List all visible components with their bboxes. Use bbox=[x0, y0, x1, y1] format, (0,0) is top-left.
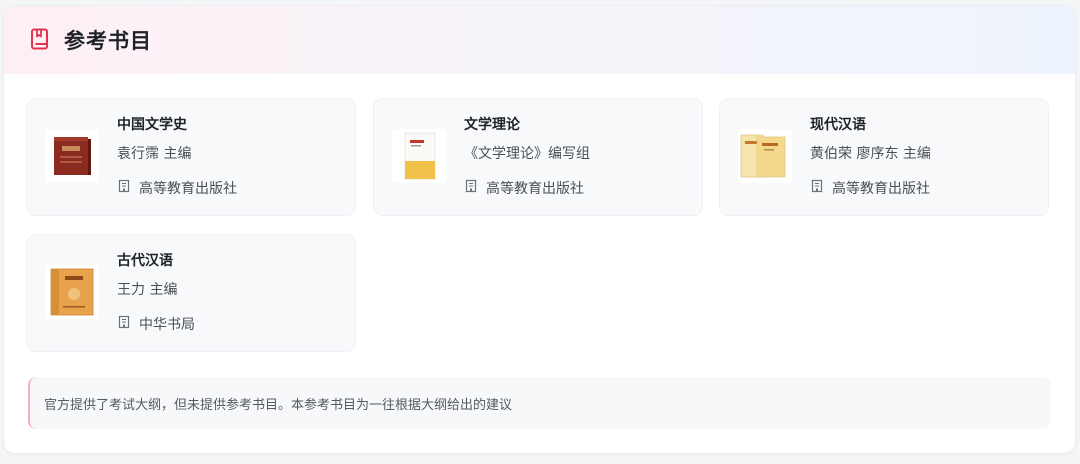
building-icon bbox=[465, 179, 477, 193]
building-icon bbox=[118, 179, 130, 193]
book-publisher: 高等教育出版社 bbox=[832, 181, 930, 197]
book-icon bbox=[31, 28, 48, 50]
book-title: 现代汉语 bbox=[810, 117, 866, 133]
building-icon bbox=[118, 315, 130, 329]
book-cover bbox=[738, 129, 792, 183]
book-cover-image bbox=[404, 132, 436, 180]
book-cover bbox=[45, 265, 99, 319]
notice-text: 官方提供了考试大纲，但未提供参考书目。本参考书目为一往根据大纲给出的建议 bbox=[44, 398, 513, 413]
book-card[interactable]: 文学理论 《文学理论》编写组 高等教育出版社 bbox=[373, 98, 703, 216]
book-cover-image bbox=[54, 137, 91, 175]
book-author: 黄伯荣 廖序东 主编 bbox=[810, 146, 931, 162]
book-publisher: 高等教育出版社 bbox=[139, 181, 237, 197]
book-cover bbox=[392, 129, 446, 183]
book-cover-image bbox=[50, 268, 94, 316]
book-publisher: 中华书局 bbox=[139, 317, 195, 333]
book-author: 王力 主编 bbox=[117, 282, 178, 298]
book-author: 《文学理论》编写组 bbox=[464, 146, 590, 162]
book-card[interactable]: 现代汉语 黄伯荣 廖序东 主编 高等教育出版社 bbox=[719, 98, 1049, 216]
book-title: 文学理论 bbox=[464, 117, 520, 133]
reference-books-panel: 参考书目 中国文学史 袁行霈 主编 高等教育出版社 文学理论 《文学理论》编写组… bbox=[3, 5, 1076, 454]
book-cover-image bbox=[740, 134, 786, 178]
panel-header: 参考书目 bbox=[4, 6, 1075, 74]
book-author: 袁行霈 主编 bbox=[117, 146, 192, 162]
book-title: 古代汉语 bbox=[117, 253, 173, 269]
page-title: 参考书目 bbox=[64, 29, 152, 53]
book-card[interactable]: 中国文学史 袁行霈 主编 高等教育出版社 bbox=[26, 98, 356, 216]
notice-box: 官方提供了考试大纲，但未提供参考书目。本参考书目为一往根据大纲给出的建议 bbox=[28, 377, 1051, 429]
book-publisher: 高等教育出版社 bbox=[486, 181, 584, 197]
book-card[interactable]: 古代汉语 王力 主编 中华书局 bbox=[26, 234, 356, 352]
building-icon bbox=[811, 179, 823, 193]
book-cover bbox=[45, 129, 99, 183]
book-title: 中国文学史 bbox=[117, 117, 187, 133]
